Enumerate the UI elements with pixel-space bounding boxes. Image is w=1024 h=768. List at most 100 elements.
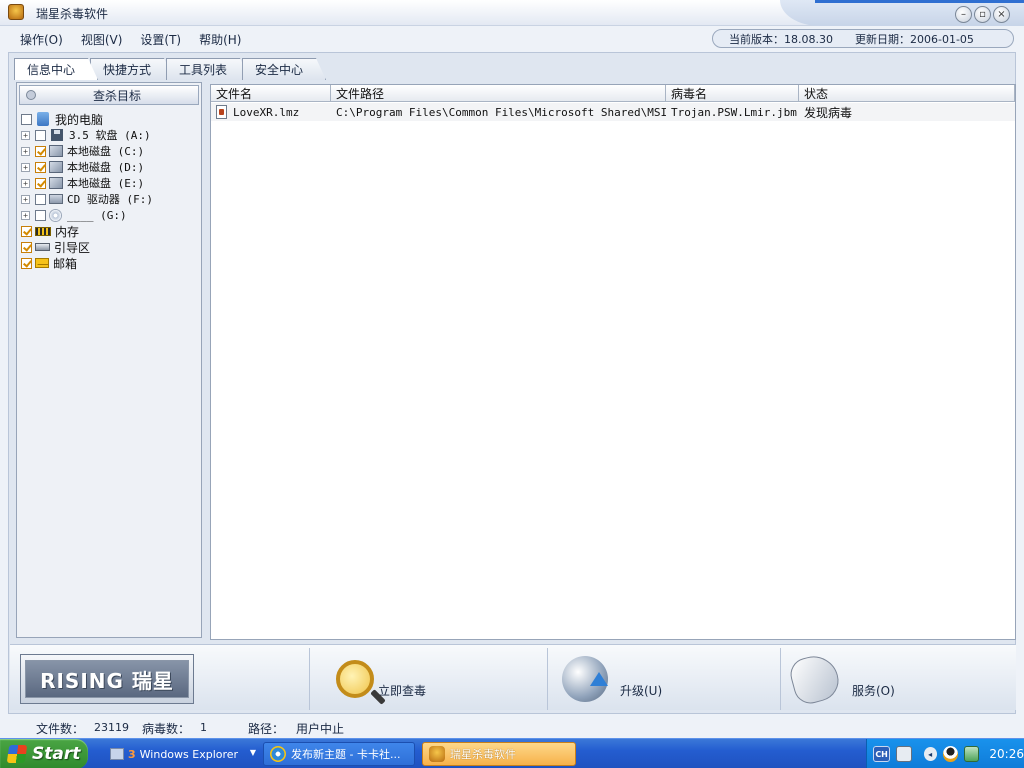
title-bar: 瑞星杀毒软件 – ▫ × (0, 0, 1024, 26)
boot-sector-icon (35, 243, 50, 251)
tree-item-cd-drive-f[interactable]: + CD 驱动器 (F:) (21, 191, 153, 207)
computer-icon (37, 112, 49, 126)
chevron-down-icon: ▼ (249, 748, 256, 757)
windows-flag-icon (6, 745, 28, 763)
tree-item-memory[interactable]: 内存 (21, 223, 153, 239)
expand-icon[interactable]: + (21, 194, 30, 204)
expand-icon[interactable]: + (21, 210, 30, 220)
rising-logo-text: RISING 瑞星 (25, 660, 189, 698)
cell-virus-name: Trojan.PSW.Lmir.jbm (671, 105, 797, 119)
column-status[interactable]: 状态 (799, 85, 1015, 102)
rising-taskbar-icon (429, 746, 445, 762)
action-divider (780, 648, 781, 710)
start-label: Start (32, 744, 81, 764)
cell-file-path: C:\Program Files\Common Files\Microsoft … (336, 105, 666, 119)
checkbox-boot-sector[interactable] (21, 241, 32, 253)
virus-count-value: 1 (200, 721, 207, 734)
tree-item-label: 我的电脑 (55, 112, 104, 127)
menu-settings[interactable]: 设置(T) (140, 31, 181, 48)
qq-icon[interactable] (942, 746, 959, 762)
taskbar-ie-window[interactable]: 发布新主题 - 卡卡社... (263, 742, 415, 766)
checkbox-drive-g[interactable] (35, 209, 46, 221)
action-divider (309, 648, 310, 710)
menu-operate[interactable]: 操作(O) (20, 31, 63, 48)
column-file-path[interactable]: 文件路径 (331, 85, 666, 102)
action-divider (547, 648, 548, 710)
tree-item-label: 邮箱 (53, 256, 78, 271)
upgrade-button[interactable]: 升级(U) (562, 654, 662, 704)
restore-button[interactable]: ▫ (974, 6, 991, 23)
system-tray: CH ◂ 20:26 (866, 739, 1024, 768)
minimize-button[interactable]: – (955, 6, 972, 23)
tree-item-disk-c[interactable]: + 本地磁盘 (C:) (21, 143, 153, 159)
files-count-value: 23119 (94, 721, 129, 734)
menu-help[interactable]: 帮助(H) (199, 31, 241, 48)
title-bar-accent (815, 0, 1024, 3)
checkbox-memory[interactable] (21, 225, 32, 237)
tree-item-label: 本地磁盘 (C:) (67, 145, 145, 158)
mailbox-icon (35, 258, 49, 268)
checkbox-disk-c[interactable] (35, 145, 46, 157)
tree-item-boot-sector[interactable]: 引导区 (21, 239, 153, 255)
expand-icon[interactable]: + (21, 178, 30, 188)
checkbox-floppy[interactable] (35, 129, 46, 141)
network-icon[interactable] (964, 746, 980, 762)
results-list: 文件名 文件路径 病毒名 状态 LoveXR.lmz C:\Program Fi… (210, 84, 1016, 640)
service-label: 服务(O) (852, 683, 895, 698)
tree-item-label: 3.5 软盘 (A:) (69, 129, 151, 142)
tree-item-label: 本地磁盘 (E:) (67, 177, 145, 190)
menu-bar: 操作(O) 视图(V) 设置(T) 帮助(H) 当前版本：18.08.30 更新… (0, 26, 1024, 52)
scan-target-title: 查杀目标 (92, 88, 141, 103)
service-button[interactable]: 服务(O) (786, 650, 895, 708)
table-row[interactable]: LoveXR.lmz C:\Program Files\Common Files… (211, 103, 1015, 121)
globe-upgrade-icon (562, 656, 608, 702)
clock: 20:26 (989, 747, 1024, 761)
checkbox-mailbox[interactable] (21, 257, 32, 269)
tree-item-mailbox[interactable]: 邮箱 (21, 255, 153, 271)
ie-window-label: 发布新主题 - 卡卡社... (291, 748, 401, 761)
start-button[interactable]: Start (0, 739, 88, 768)
tab-shortcuts[interactable]: 快捷方式 (90, 58, 175, 80)
cell-file-name: LoveXR.lmz (211, 103, 331, 121)
cell-status: 发现病毒 (804, 105, 853, 120)
tree-item-disk-d[interactable]: + 本地磁盘 (D:) (21, 159, 153, 175)
version-info: 当前版本：18.08.30 更新日期：2006-01-05 (712, 29, 1014, 48)
checkbox-disk-e[interactable] (35, 177, 46, 189)
tab-security-center[interactable]: 安全中心 (242, 58, 327, 80)
checkbox-my-computer[interactable] (21, 113, 32, 125)
menu-view[interactable]: 视图(V) (81, 31, 123, 48)
scan-target-header[interactable]: 查杀目标 (19, 85, 199, 105)
upgrade-label: 升级(U) (620, 683, 663, 698)
checkbox-disk-d[interactable] (35, 161, 46, 173)
path-label: 路径： (248, 722, 285, 736)
tab-info-center[interactable]: 信息中心 (14, 58, 99, 80)
path-value: 用户中止 (296, 722, 345, 736)
tray-expand-icon[interactable]: ◂ (923, 747, 937, 761)
expand-icon[interactable]: + (21, 130, 30, 140)
infected-file-icon (216, 105, 227, 119)
tree-item-drive-g[interactable]: + ____ (G:) (21, 207, 153, 223)
taskbar-rising-window[interactable]: 瑞星杀毒软件 (422, 742, 576, 766)
expand-icon[interactable]: + (21, 146, 30, 156)
results-header: 文件名 文件路径 病毒名 状态 (211, 85, 1015, 102)
tree-item-floppy[interactable]: + 3.5 软盘 (A:) (21, 127, 153, 143)
keyboard-icon[interactable] (896, 746, 912, 762)
tree-item-disk-e[interactable]: + 本地磁盘 (E:) (21, 175, 153, 191)
virus-count-label: 病毒数： (142, 722, 191, 736)
tree-item-my-computer[interactable]: 我的电脑 (21, 111, 153, 127)
column-virus-name[interactable]: 病毒名 (666, 85, 799, 102)
taskbar-explorer-group[interactable]: 3 Windows Explorer ▼ (104, 742, 260, 766)
collapse-dot-icon (26, 90, 36, 100)
column-file-name[interactable]: 文件名 (211, 85, 331, 102)
tab-tool-list[interactable]: 工具列表 (166, 58, 251, 80)
ime-indicator[interactable]: CH (873, 746, 891, 762)
rising-window-label: 瑞星杀毒软件 (450, 748, 516, 761)
scan-now-button[interactable]: 立即查毒 (336, 654, 426, 704)
expand-icon[interactable]: + (21, 162, 30, 172)
tree-item-label: ____ (G:) (67, 208, 127, 222)
tree-item-label: 本地磁盘 (D:) (67, 161, 145, 174)
close-button[interactable]: × (993, 6, 1010, 23)
hand-service-icon (786, 650, 844, 708)
memory-icon (35, 226, 51, 236)
checkbox-cd-drive-f[interactable] (35, 193, 46, 205)
